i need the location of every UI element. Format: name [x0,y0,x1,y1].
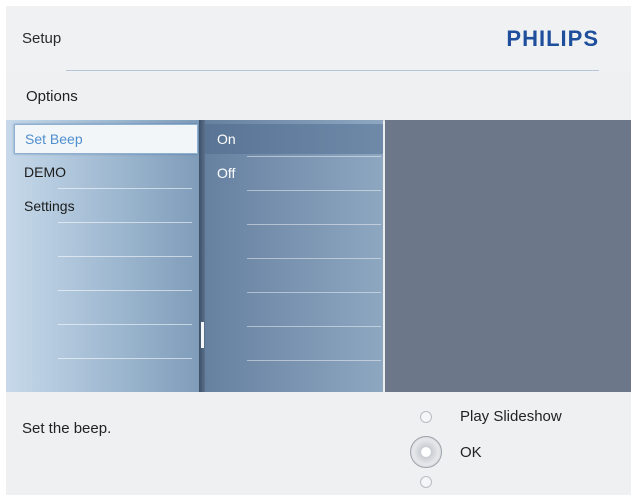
menu-area: Set Beep DEMO Settings On Off [6,120,631,392]
menu-item-settings[interactable]: Settings [14,192,196,220]
menu-separator [58,358,192,359]
option-item-label: Off [217,165,236,181]
menu-item-demo[interactable]: DEMO [14,158,196,186]
option-item-on[interactable]: On [205,124,383,154]
menu-separator [58,324,192,325]
menu-column-options: On Off [205,120,383,392]
menu-separator [58,256,192,257]
navigation-control: Play Slideshow OK [410,406,630,495]
brand-logo: PHILIPS [506,26,599,51]
scrollbar-handle[interactable] [201,322,204,348]
header-bar: Setup PHILIPS [6,6,631,72]
menu-item-label: Set Beep [25,131,83,147]
menu-separator [58,188,192,189]
preview-panel [385,120,631,392]
menu-separator [58,290,192,291]
ok-action-label: OK [460,444,482,461]
option-separator [247,190,381,191]
menu-item-label: DEMO [24,164,66,180]
photo-frame-screen: Setup PHILIPS Options Set Beep DEMO Sett… [6,6,631,495]
option-separator [247,156,381,157]
option-separator [247,326,381,327]
breadcrumb: Options [6,72,631,121]
menu-column-primary: Set Beep DEMO Settings [6,120,199,392]
option-separator [247,360,381,361]
ok-button-icon[interactable] [410,436,442,468]
option-separator [247,258,381,259]
option-separator [247,292,381,293]
menu-separator [58,222,192,223]
down-button-icon[interactable] [420,476,432,488]
up-action-label: Play Slideshow [460,408,562,425]
footer-bar: Set the beep. Play Slideshow OK [6,392,631,495]
option-item-label: On [217,131,236,147]
menu-item-label: Settings [24,198,75,214]
up-button-icon[interactable] [420,411,432,423]
option-item-off[interactable]: Off [205,158,383,188]
option-separator [247,224,381,225]
status-text: Set the beep. [22,420,112,437]
header-divider [66,70,599,71]
menu-item-set-beep[interactable]: Set Beep [14,124,198,154]
page-title: Setup [22,30,62,47]
breadcrumb-options: Options [26,88,78,105]
